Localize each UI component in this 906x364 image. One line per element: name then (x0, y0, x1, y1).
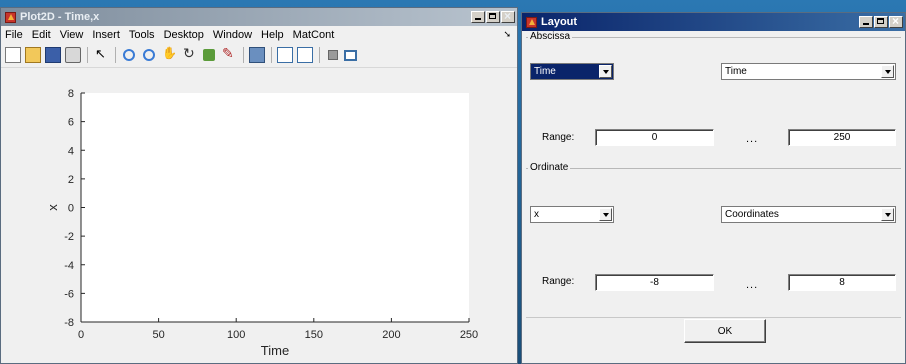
brush-icon[interactable] (221, 45, 237, 63)
toolbar-separator (87, 47, 88, 63)
ordinate-label: Ordinate (528, 162, 571, 173)
y-tick-label: 0 (68, 203, 74, 215)
hide-plot-tools-icon[interactable] (328, 50, 338, 60)
minimize-button[interactable] (859, 16, 873, 28)
y-tick-label: 4 (68, 145, 74, 157)
maximize-button[interactable] (874, 16, 888, 28)
menu-insert[interactable]: Insert (92, 29, 120, 41)
y-tick-label: -4 (64, 260, 74, 272)
zoom-in-icon[interactable] (123, 49, 135, 61)
y-axis-label: x (45, 204, 60, 211)
y-tick-label: -8 (64, 317, 74, 329)
layout-title: Layout (541, 16, 578, 28)
edit-plot-icon[interactable] (93, 46, 109, 63)
layout-dialog: Layout Abscissa Time Time Range: 0 ... 2… (521, 12, 906, 364)
menu-tools[interactable]: Tools (129, 29, 155, 41)
plot-axes[interactable]: 0 50 100 150 200 250 -8 -6 -4 -2 0 2 4 6 8 Time x (1, 68, 517, 363)
abscissa-right-value: Time (725, 66, 747, 77)
menu-overflow-icon[interactable]: ➘ (503, 29, 511, 40)
ordinate-left-select[interactable]: x (530, 206, 614, 223)
colorbar-icon[interactable] (277, 47, 293, 63)
divider (526, 317, 901, 318)
ordinate-range-separator: ... (746, 279, 759, 291)
plot2d-titlebar[interactable]: Plot2D - Time,x (1, 8, 517, 26)
figure-toolbar (1, 43, 517, 68)
abscissa-left-select[interactable]: Time (530, 63, 614, 80)
open-file-icon[interactable] (25, 47, 41, 63)
ordinate-left-value: x (534, 209, 539, 220)
show-plot-tools-icon[interactable] (344, 49, 357, 61)
chevron-down-icon[interactable] (599, 65, 612, 78)
ordinate-right-select[interactable]: Coordinates (721, 206, 896, 223)
figure-canvas: 0 50 100 150 200 250 -8 -6 -4 -2 0 2 4 6 8 Time x (1, 68, 517, 363)
menu-window[interactable]: Window (213, 29, 252, 41)
abscissa-label: Abscissa (528, 31, 573, 42)
y-tick-label: -6 (64, 288, 74, 300)
y-tick-label: 8 (68, 88, 74, 100)
menu-matcont[interactable]: MatCont (293, 29, 335, 41)
x-axis-label: Time (261, 343, 289, 358)
toolbar-separator (319, 47, 320, 63)
save-icon[interactable] (45, 47, 61, 63)
abscissa-group: Abscissa (526, 31, 901, 42)
zoom-out-icon[interactable] (143, 49, 155, 61)
toolbar-separator (115, 47, 116, 63)
abscissa-range-separator: ... (746, 133, 759, 145)
toolbar-separator (271, 47, 272, 63)
close-button[interactable] (889, 14, 903, 28)
chevron-down-icon[interactable] (599, 208, 612, 221)
abscissa-range-label: Range: (542, 132, 575, 143)
ordinate-range-max[interactable]: 8 (788, 274, 896, 291)
ordinate-range-min[interactable]: -8 (595, 274, 714, 291)
layout-body: Abscissa Time Time Range: 0 ... 250 Ordi… (522, 31, 905, 363)
menubar: File Edit View Insert Tools Desktop Wind… (1, 26, 517, 43)
x-tick-label: 50 (152, 329, 164, 341)
matlab-icon (5, 11, 16, 23)
abscissa-range-min[interactable]: 0 (595, 129, 714, 146)
chevron-down-icon[interactable] (881, 65, 894, 78)
pan-icon[interactable] (161, 46, 177, 63)
x-tick-label: 0 (78, 329, 84, 341)
maximize-button[interactable] (486, 11, 500, 23)
menu-file[interactable]: File (5, 29, 23, 41)
abscissa-right-select[interactable]: Time (721, 63, 896, 80)
data-cursor-icon[interactable] (203, 49, 215, 61)
x-tick-label: 250 (460, 329, 478, 341)
menu-edit[interactable]: Edit (32, 29, 51, 41)
abscissa-left-value: Time (534, 66, 556, 77)
close-button[interactable] (501, 9, 515, 23)
plot-area[interactable] (81, 93, 469, 322)
ordinate-range-label: Range: (542, 276, 575, 287)
y-tick-label: -2 (64, 231, 74, 243)
menu-help[interactable]: Help (261, 29, 284, 41)
abscissa-range-max[interactable]: 250 (788, 129, 896, 146)
menu-view[interactable]: View (60, 29, 84, 41)
ordinate-group: Ordinate (526, 162, 901, 173)
plot2d-title: Plot2D - Time,x (20, 11, 100, 23)
minimize-button[interactable] (471, 11, 485, 23)
link-plot-icon[interactable] (249, 47, 265, 63)
y-tick-label: 6 (68, 117, 74, 129)
print-icon[interactable] (65, 47, 81, 63)
new-figure-icon[interactable] (5, 47, 21, 63)
x-tick-label: 200 (382, 329, 400, 341)
toolbar-separator (243, 47, 244, 63)
y-tick-label: 2 (68, 174, 74, 186)
chevron-down-icon[interactable] (881, 208, 894, 221)
ordinate-right-value: Coordinates (725, 209, 779, 220)
x-tick-label: 150 (305, 329, 323, 341)
plot2d-window: Plot2D - Time,x File Edit View Insert To… (0, 7, 518, 364)
rotate-3d-icon[interactable] (181, 45, 197, 63)
menu-desktop[interactable]: Desktop (164, 29, 204, 41)
layout-titlebar[interactable]: Layout (522, 13, 905, 31)
x-tick-label: 100 (227, 329, 245, 341)
ok-button[interactable]: OK (684, 319, 766, 343)
matlab-icon (526, 16, 537, 28)
legend-icon[interactable] (297, 47, 313, 63)
